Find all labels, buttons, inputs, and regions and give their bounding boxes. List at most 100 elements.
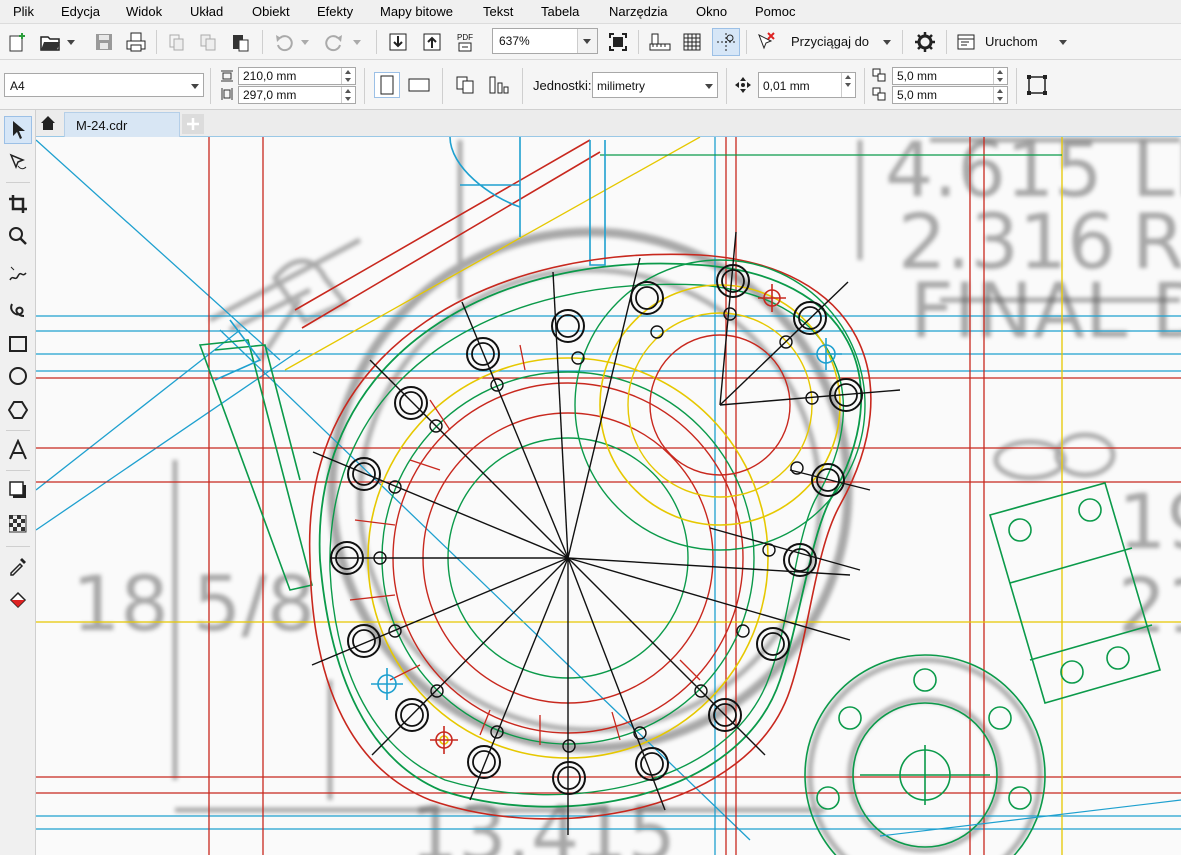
bolt-hole bbox=[640, 752, 664, 776]
duplicate-x-spinner[interactable] bbox=[993, 68, 1007, 84]
duplicate-y-spinner[interactable] bbox=[993, 87, 1007, 103]
dim-text-bottom: 13.415 bbox=[410, 789, 676, 855]
page-size-value: A4 bbox=[10, 79, 25, 93]
transparency-tool-icon[interactable] bbox=[4, 510, 32, 538]
page-height-value: 297,0 mm bbox=[243, 88, 297, 102]
duplicate-x-value: 5,0 mm bbox=[897, 69, 938, 83]
portrait-orientation-icon[interactable] bbox=[374, 72, 400, 98]
units-value: milimetry bbox=[597, 79, 645, 93]
pick-tool-icon[interactable] bbox=[4, 116, 32, 144]
pitch-point bbox=[762, 543, 776, 557]
bolt-hole bbox=[635, 286, 659, 310]
page-width-input[interactable]: 210,0 mm bbox=[238, 67, 356, 85]
ellipse-tool-icon[interactable] bbox=[4, 362, 32, 390]
nudge-distance-spinner[interactable] bbox=[841, 73, 855, 97]
duplicate-y-value: 5,0 mm bbox=[897, 88, 938, 102]
bolt-hole bbox=[352, 629, 376, 653]
page-height-input[interactable]: 297,0 mm bbox=[238, 86, 356, 104]
home-icon[interactable] bbox=[38, 113, 58, 133]
menu-uklad[interactable]: Układ bbox=[190, 4, 223, 19]
document-tab[interactable]: M-24.cdr bbox=[64, 112, 180, 137]
menu-widok[interactable]: Widok bbox=[126, 4, 162, 19]
drop-shadow-tool-icon[interactable] bbox=[4, 476, 32, 504]
full-screen-preview-icon[interactable] bbox=[606, 30, 630, 54]
undo-dropdown-icon[interactable] bbox=[298, 30, 312, 54]
snap-to-dropdown-icon[interactable] bbox=[880, 30, 894, 54]
add-tab-icon[interactable] bbox=[182, 114, 204, 134]
open-folder-icon[interactable] bbox=[38, 30, 62, 54]
paste-icon[interactable] bbox=[228, 30, 252, 54]
copy-icon[interactable] bbox=[196, 30, 220, 54]
snap-to-label[interactable]: Przyciągaj do bbox=[791, 34, 869, 49]
polygon-tool-icon[interactable] bbox=[4, 396, 32, 424]
current-page-icon[interactable] bbox=[486, 72, 512, 98]
toolbox bbox=[0, 110, 36, 855]
bolt-hole bbox=[788, 548, 812, 572]
page-width-icon bbox=[218, 68, 236, 84]
gear-teeth-red bbox=[349, 344, 701, 745]
artistic-media-icon[interactable] bbox=[4, 296, 32, 324]
document-tab-title: M-24.cdr bbox=[76, 118, 128, 133]
cut-icon[interactable] bbox=[164, 30, 188, 54]
interactive-fill-icon[interactable] bbox=[4, 586, 32, 614]
launch-app-icon[interactable] bbox=[954, 30, 978, 54]
drawing-canvas[interactable]: 4.615 2.316 FINAL D LE RI 18 5/8 13.415 … bbox=[36, 137, 1181, 855]
color-eyedropper-icon[interactable] bbox=[4, 552, 32, 580]
crop-tool-icon[interactable] bbox=[4, 190, 32, 218]
menu-efekty[interactable]: Efekty bbox=[317, 4, 353, 19]
duplicate-x-input[interactable]: 5,0 mm bbox=[892, 67, 1008, 85]
page-size-dropdown[interactable]: A4 bbox=[4, 73, 204, 97]
menu-mapy-bitowe[interactable]: Mapy bitowe bbox=[380, 4, 453, 19]
bolt-hole bbox=[399, 391, 423, 415]
menu-plik[interactable]: Plik bbox=[13, 4, 34, 19]
publish-pdf-icon[interactable]: PDF bbox=[452, 28, 478, 56]
page-width-spinner[interactable] bbox=[341, 68, 355, 84]
show-guidelines-icon[interactable] bbox=[712, 28, 740, 56]
menu-narzedzia[interactable]: Narzędzia bbox=[609, 4, 668, 19]
zoom-tool-icon[interactable] bbox=[4, 222, 32, 250]
menu-tabela[interactable]: Tabela bbox=[541, 4, 579, 19]
shape-tool-icon[interactable] bbox=[4, 148, 32, 176]
dim-text-right1: 19 bbox=[1118, 477, 1181, 566]
pdf-label: PDF bbox=[457, 32, 473, 42]
redo-dropdown-icon[interactable] bbox=[350, 30, 364, 54]
redo-icon[interactable] bbox=[322, 30, 346, 54]
duplicate-x-icon bbox=[870, 67, 890, 85]
nudge-distance-value: 0,01 mm bbox=[763, 79, 810, 93]
freehand-tool-icon[interactable] bbox=[4, 260, 32, 288]
new-document-icon[interactable] bbox=[6, 30, 30, 54]
landscape-orientation-icon[interactable] bbox=[406, 72, 432, 98]
options-gear-icon[interactable] bbox=[912, 30, 938, 54]
save-icon[interactable] bbox=[92, 30, 116, 54]
menu-obiekt[interactable]: Obiekt bbox=[252, 4, 290, 19]
undo-icon[interactable] bbox=[272, 30, 296, 54]
gear-circles bbox=[308, 253, 872, 820]
launch-label[interactable]: Uruchom bbox=[985, 34, 1038, 49]
zoom-level-dropdown[interactable]: 637% bbox=[492, 28, 598, 54]
menu-tekst[interactable]: Tekst bbox=[483, 4, 513, 19]
hub-part bbox=[804, 654, 1046, 855]
page-height-spinner[interactable] bbox=[341, 87, 355, 103]
dim-text-ri: RI bbox=[1132, 197, 1181, 286]
standard-toolbar: PDF 637% Przyciągaj do Uruchom bbox=[0, 24, 1181, 60]
duplicate-y-input[interactable]: 5,0 mm bbox=[892, 86, 1008, 104]
units-dropdown[interactable]: milimetry bbox=[592, 72, 718, 98]
nudge-distance-input[interactable]: 0,01 mm bbox=[758, 72, 856, 98]
show-grid-icon[interactable] bbox=[680, 30, 704, 54]
show-rulers-icon[interactable] bbox=[648, 30, 672, 54]
bolt-hole bbox=[556, 314, 580, 338]
menu-okno[interactable]: Okno bbox=[696, 4, 727, 19]
print-icon[interactable] bbox=[124, 30, 148, 54]
page-width-value: 210,0 mm bbox=[243, 69, 297, 83]
page-border-icon[interactable] bbox=[1024, 72, 1050, 98]
rectangle-tool-icon[interactable] bbox=[4, 330, 32, 358]
launch-dropdown-icon[interactable] bbox=[1056, 30, 1070, 54]
import-icon[interactable] bbox=[386, 30, 410, 54]
export-icon[interactable] bbox=[420, 30, 444, 54]
text-tool-icon[interactable] bbox=[4, 436, 32, 464]
open-dropdown-icon[interactable] bbox=[64, 30, 78, 54]
menu-edycja[interactable]: Edycja bbox=[61, 4, 100, 19]
all-pages-icon[interactable] bbox=[452, 72, 478, 98]
menu-pomoc[interactable]: Pomoc bbox=[755, 4, 795, 19]
snap-off-icon[interactable] bbox=[754, 30, 778, 54]
